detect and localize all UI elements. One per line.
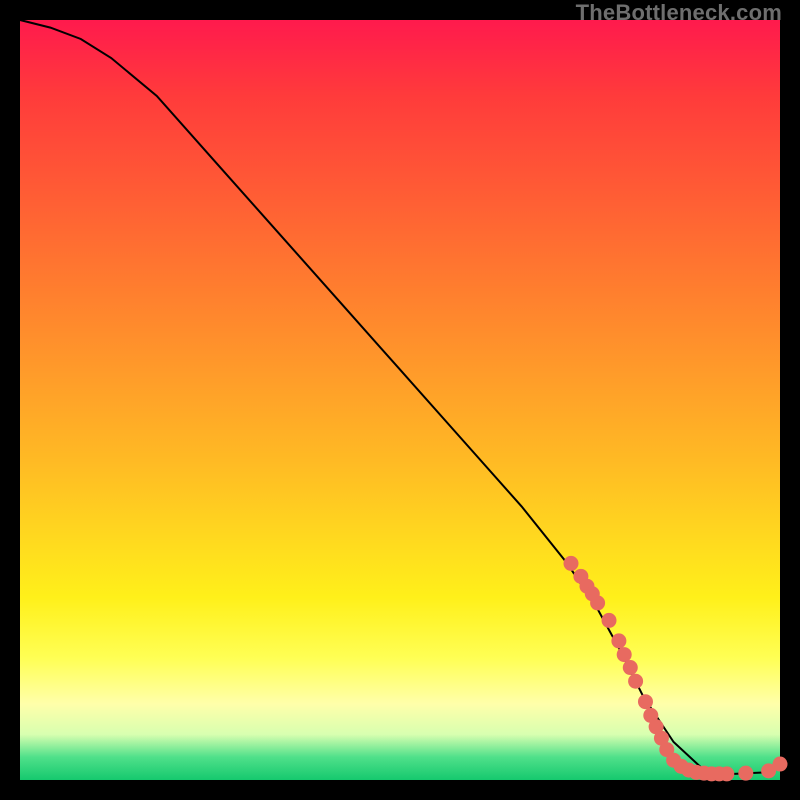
marker-dot [602, 613, 617, 628]
marker-dot [738, 766, 753, 781]
marker-dot [773, 757, 788, 772]
marker-dot [638, 694, 653, 709]
marker-dot [623, 660, 638, 675]
curve-line [20, 20, 780, 774]
marker-dot [719, 766, 734, 781]
watermark-text: TheBottleneck.com [576, 0, 782, 26]
marker-dot [611, 633, 626, 648]
marker-dot [590, 595, 605, 610]
chart-svg [20, 20, 780, 780]
marker-group [564, 556, 788, 782]
marker-dot [628, 674, 643, 689]
marker-dot [617, 647, 632, 662]
chart-frame: TheBottleneck.com [0, 0, 800, 800]
marker-dot [564, 556, 579, 571]
